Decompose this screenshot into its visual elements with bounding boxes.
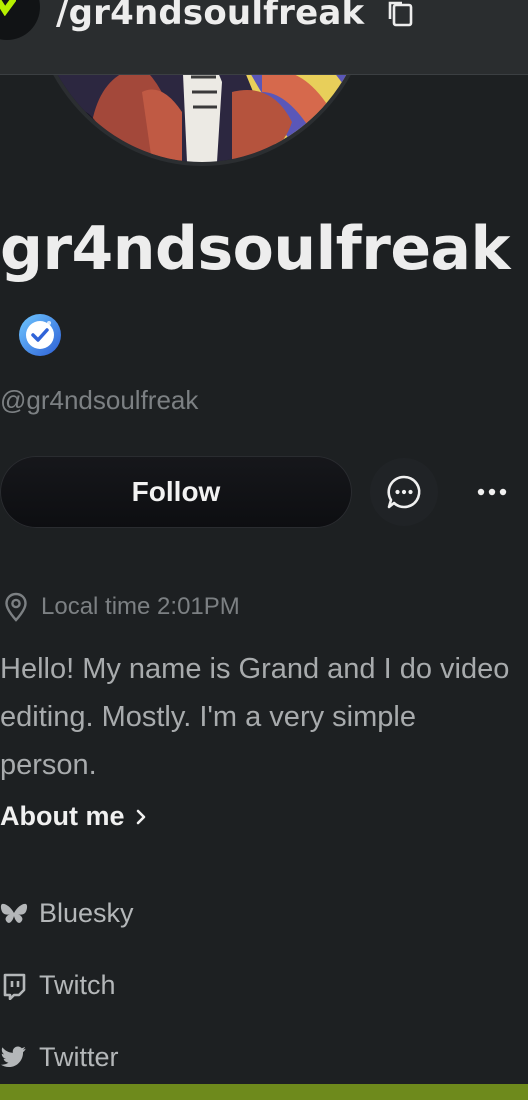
twitter-bird-icon [0,1046,26,1067]
profile-url: /gr4ndsoulfreak [56,0,365,33]
map-pin-icon [5,592,27,622]
url-bar: /gr4ndsoulfreak [0,0,528,75]
social-link-bluesky[interactable]: Bluesky [0,898,134,929]
butterfly-icon [0,903,28,923]
logo-icon [0,0,16,16]
chat-bubble-icon [387,475,421,509]
social-label-twitter: Twitter [39,1042,119,1072]
bottom-accent-bar [0,1084,528,1100]
user-handle: @gr4ndsoulfreak [0,385,199,415]
social-label-bluesky: Bluesky [39,898,134,928]
social-label-twitch: Twitch [39,970,116,1000]
about-me-link[interactable]: About me [0,801,147,832]
bio-text: Hello! My name is Grand and I do video e… [0,653,510,781]
follow-button[interactable]: Follow [0,456,352,528]
social-link-twitter[interactable]: Twitter [0,1042,119,1073]
more-options-button[interactable] [458,458,526,526]
local-time: Local time 2:01PM [4,592,240,622]
brand-logo[interactable] [0,0,40,40]
chevron-right-icon [136,809,145,824]
copy-icon[interactable] [386,0,414,28]
twitch-icon [3,973,26,1000]
display-name: gr4ndsoulfreak [0,214,510,284]
verified-badge-icon [19,314,61,356]
social-link-twitch[interactable]: Twitch [0,970,116,1001]
about-me-label: About me [0,801,125,831]
local-time-text: Local time 2:01PM [41,593,240,620]
message-button[interactable] [370,458,438,526]
ellipsis-icon [477,488,507,496]
